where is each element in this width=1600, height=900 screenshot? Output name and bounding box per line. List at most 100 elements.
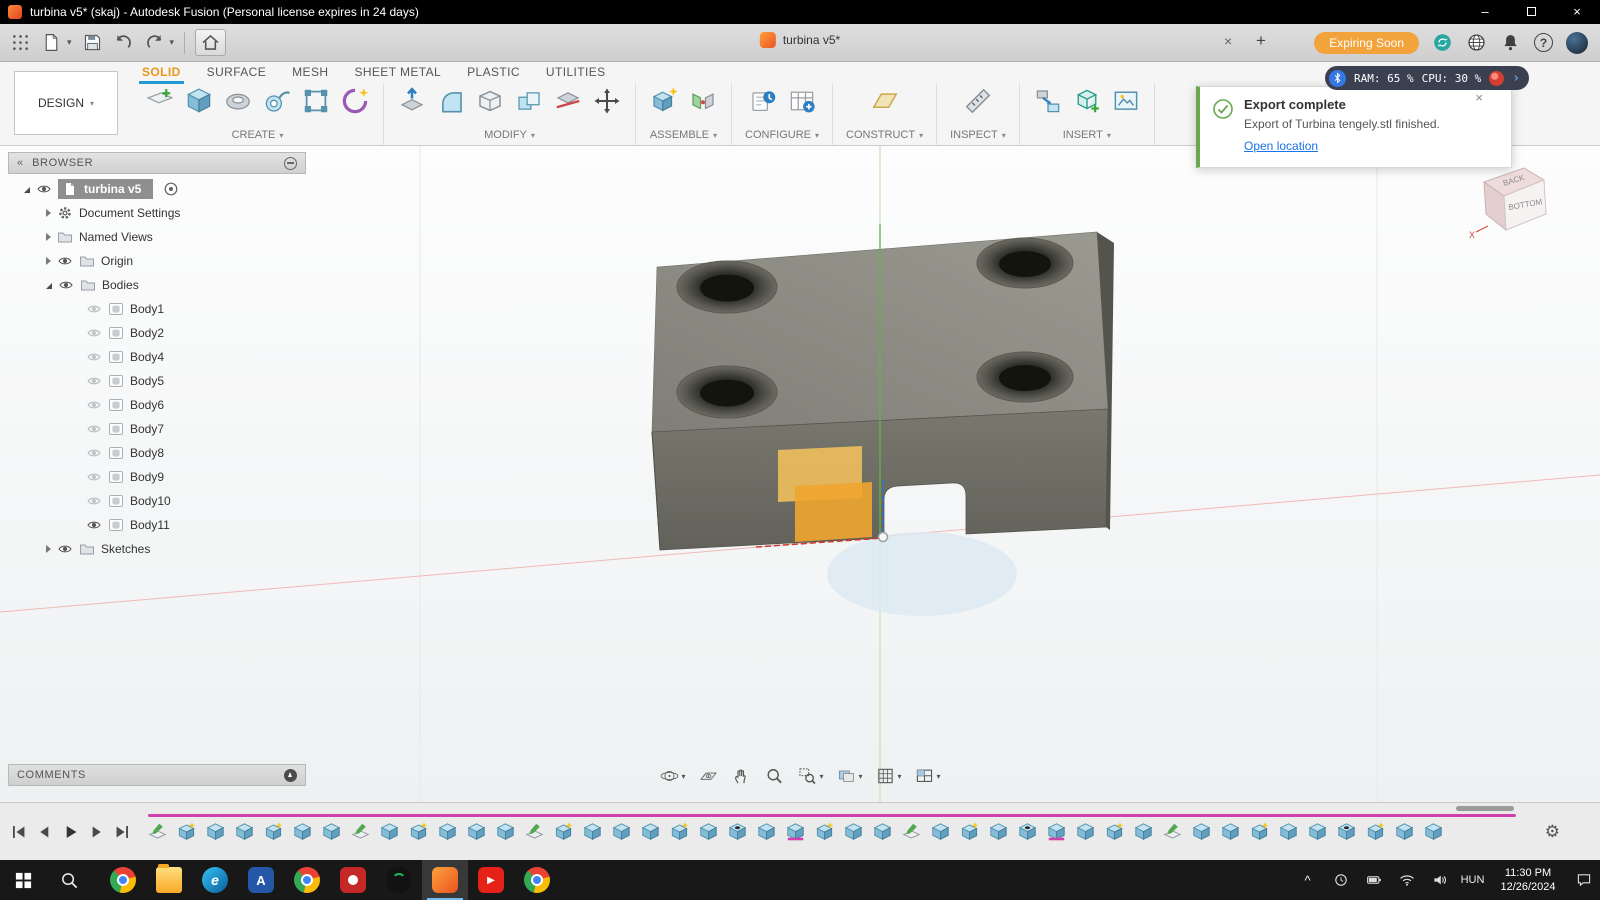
press-pull-icon[interactable] xyxy=(397,86,427,116)
config-table-icon[interactable] xyxy=(787,86,817,116)
file-menu-icon[interactable] xyxy=(41,32,62,53)
viewnav-viewports[interactable]: ▾ xyxy=(912,764,944,788)
search-button[interactable] xyxy=(46,860,92,900)
ribbon-tab-solid[interactable]: SOLID xyxy=(139,65,184,84)
browser-body-row[interactable]: Body9 xyxy=(8,465,306,489)
timeline-feature-sketch[interactable] xyxy=(525,822,544,841)
hidden-eye-icon[interactable] xyxy=(86,373,102,389)
timeline-feature-box-star[interactable] xyxy=(1250,822,1269,841)
notification-close-icon[interactable]: × xyxy=(1475,90,1483,105)
taskbar-app-chrome[interactable] xyxy=(100,860,146,900)
timeline-feature-box-star[interactable] xyxy=(1366,822,1385,841)
hidden-eye-icon[interactable] xyxy=(86,325,102,341)
timeline-feature-box[interactable] xyxy=(496,822,515,841)
undo-icon[interactable] xyxy=(113,32,134,53)
root-document-chip[interactable]: turbina v5 xyxy=(58,179,154,199)
browser-item-origin[interactable]: Origin xyxy=(8,249,306,273)
measure-icon[interactable] xyxy=(963,86,993,116)
timeline-feature-box[interactable] xyxy=(1308,822,1327,841)
hidden-eye-icon[interactable] xyxy=(86,301,102,317)
create-sketch-icon[interactable] xyxy=(145,86,175,116)
ribbon-group-label[interactable]: INSPECT ▾ xyxy=(950,129,1006,141)
timeline-feature-hole[interactable] xyxy=(1018,822,1037,841)
wifi-icon[interactable] xyxy=(1390,860,1423,900)
ribbon-tab-surface[interactable]: SURFACE xyxy=(207,65,266,81)
taskbar-app-camera[interactable] xyxy=(330,860,376,900)
save-icon[interactable] xyxy=(82,32,103,53)
move-icon[interactable] xyxy=(592,86,622,116)
timeline-feature-box[interactable] xyxy=(612,822,631,841)
timeline-feature-hole[interactable] xyxy=(728,822,747,841)
taskbar-app-fusion[interactable] xyxy=(422,860,468,900)
browser-item-document-settings[interactable]: Document Settings xyxy=(8,201,306,225)
redo-caret-icon[interactable]: ▾ xyxy=(170,37,175,48)
tree-arrow-icon[interactable] xyxy=(46,257,51,265)
taskbar-app-app-a[interactable]: A xyxy=(238,860,284,900)
new-box-icon[interactable] xyxy=(184,86,214,116)
tray-expand-caret[interactable]: ^ xyxy=(1291,860,1324,900)
browser-body-row[interactable]: Body4 xyxy=(8,345,306,369)
browser-header[interactable]: « BROWSER xyxy=(8,152,306,174)
timeline-feature-box[interactable] xyxy=(583,822,602,841)
taskbar-app-youtube[interactable]: ▶ xyxy=(468,860,514,900)
timeline-feature-sketch[interactable] xyxy=(351,822,370,841)
taskbar-app-chrome2[interactable] xyxy=(284,860,330,900)
fillet-icon[interactable] xyxy=(436,86,466,116)
activate-component-icon[interactable] xyxy=(163,181,179,197)
go-to-end-icon[interactable] xyxy=(114,823,131,840)
go-to-start-icon[interactable] xyxy=(10,823,27,840)
visibility-eye-icon[interactable] xyxy=(57,253,73,269)
hidden-eye-icon[interactable] xyxy=(86,493,102,509)
tree-arrow-icon[interactable] xyxy=(46,233,51,241)
job-status-icon[interactable] xyxy=(1432,32,1453,53)
app-menu-icon[interactable] xyxy=(10,32,31,53)
joint-icon[interactable] xyxy=(688,86,718,116)
viewnav-look-at[interactable] xyxy=(695,764,721,788)
browser-body-row[interactable]: Body11 xyxy=(8,513,306,537)
license-expiring-badge[interactable]: Expiring Soon xyxy=(1314,31,1419,54)
step-back-icon[interactable] xyxy=(36,823,53,840)
ribbon-group-label[interactable]: CONFIGURE ▾ xyxy=(745,129,819,141)
timeline-feature-box[interactable] xyxy=(641,822,660,841)
user-avatar[interactable] xyxy=(1566,31,1588,54)
ribbon-tab-plastic[interactable]: PLASTIC xyxy=(467,65,520,81)
timeline-feature-box[interactable] xyxy=(1134,822,1153,841)
timeline-feature-box-star[interactable] xyxy=(264,822,283,841)
open-location-link[interactable]: Open location xyxy=(1244,139,1318,153)
pattern-icon[interactable] xyxy=(301,86,331,116)
tray-clock-icon[interactable] xyxy=(1324,860,1357,900)
step-forward-icon[interactable] xyxy=(88,823,105,840)
ribbon-tab-sheet-metal[interactable]: SHEET METAL xyxy=(354,65,441,81)
timeline-feature-pink[interactable] xyxy=(786,822,805,841)
timeline-feature-sketch[interactable] xyxy=(148,822,167,841)
timeline-feature-box[interactable] xyxy=(873,822,892,841)
origin-point[interactable] xyxy=(877,531,889,543)
view-cube[interactable]: BACK BOTTOM X xyxy=(1468,156,1560,244)
browser-body-row[interactable]: Body10 xyxy=(8,489,306,513)
timeline-feature-box-star[interactable] xyxy=(554,822,573,841)
hidden-eye-icon[interactable] xyxy=(86,349,102,365)
ribbon-group-label[interactable]: INSERT ▾ xyxy=(1063,129,1111,141)
browser-body-row[interactable]: Body2 xyxy=(8,321,306,345)
timeline-feature-pink[interactable] xyxy=(1047,822,1066,841)
timeline-feature-sketch[interactable] xyxy=(1163,822,1182,841)
taskbar-app-spotify[interactable] xyxy=(376,860,422,900)
tree-arrow-icon[interactable] xyxy=(46,545,51,553)
construction-plane-icon[interactable] xyxy=(870,86,900,116)
visibility-eye-icon[interactable] xyxy=(57,541,73,557)
3d-model[interactable] xyxy=(651,231,1114,551)
coil-icon[interactable] xyxy=(340,86,370,116)
timeline-feature-box[interactable] xyxy=(699,822,718,841)
shell-icon[interactable] xyxy=(475,86,505,116)
browser-item-sketches[interactable]: Sketches xyxy=(8,537,306,561)
counterbore-hole[interactable] xyxy=(676,365,778,419)
dropdown-caret-icon[interactable]: ▾ xyxy=(681,772,685,781)
timeline-scrollbar[interactable] xyxy=(1456,806,1514,811)
performance-overlay[interactable]: RAM: 65 % CPU: 30 % › xyxy=(1325,66,1530,90)
ribbon-group-label[interactable]: ASSEMBLE ▾ xyxy=(650,129,717,141)
hidden-eye-icon[interactable] xyxy=(86,445,102,461)
browser-body-row[interactable]: Body8 xyxy=(8,441,306,465)
taskbar-clock[interactable]: 11:30 PM 12/26/2024 xyxy=(1489,866,1567,895)
tree-arrow-icon[interactable] xyxy=(46,209,51,217)
ribbon-group-label[interactable]: CREATE ▾ xyxy=(232,129,284,141)
